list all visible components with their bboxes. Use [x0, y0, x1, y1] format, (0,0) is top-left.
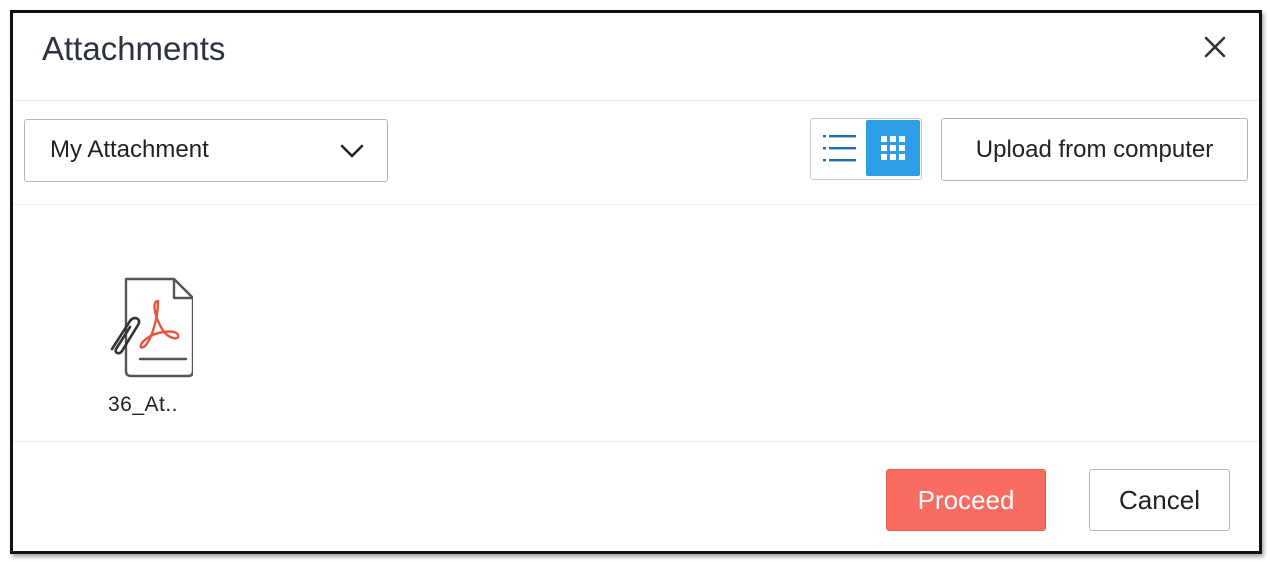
grid-view-icon [881, 136, 905, 160]
upload-from-computer-button[interactable]: Upload from computer [941, 118, 1248, 181]
file-tile[interactable]: 36_At.. [88, 265, 198, 425]
list-view-icon [823, 135, 856, 162]
list-view-button[interactable] [812, 120, 866, 178]
dialog-toolbar: My Attachment Upload from computer [13, 101, 1259, 205]
attachments-grid: 36_At.. [13, 205, 1259, 442]
dialog-title: Attachments [42, 30, 226, 67]
cancel-button[interactable]: Cancel [1089, 469, 1230, 531]
pdf-attachment-icon [110, 277, 193, 378]
dialog-footer: Proceed Cancel [13, 442, 1259, 551]
attachments-dialog: Attachments My Attachment Upload from co… [10, 10, 1262, 554]
close-icon [1204, 36, 1226, 58]
attachment-source-select[interactable]: My Attachment [24, 119, 388, 182]
proceed-button[interactable]: Proceed [886, 469, 1046, 531]
attachment-source-selected: My Attachment [50, 136, 209, 163]
view-mode-toggle [810, 118, 922, 180]
close-button[interactable] [1201, 33, 1229, 61]
chevron-down-icon [340, 144, 364, 158]
grid-view-button[interactable] [866, 120, 920, 176]
file-name: 36_At.. [107, 393, 179, 416]
dialog-header: Attachments [13, 13, 1259, 101]
